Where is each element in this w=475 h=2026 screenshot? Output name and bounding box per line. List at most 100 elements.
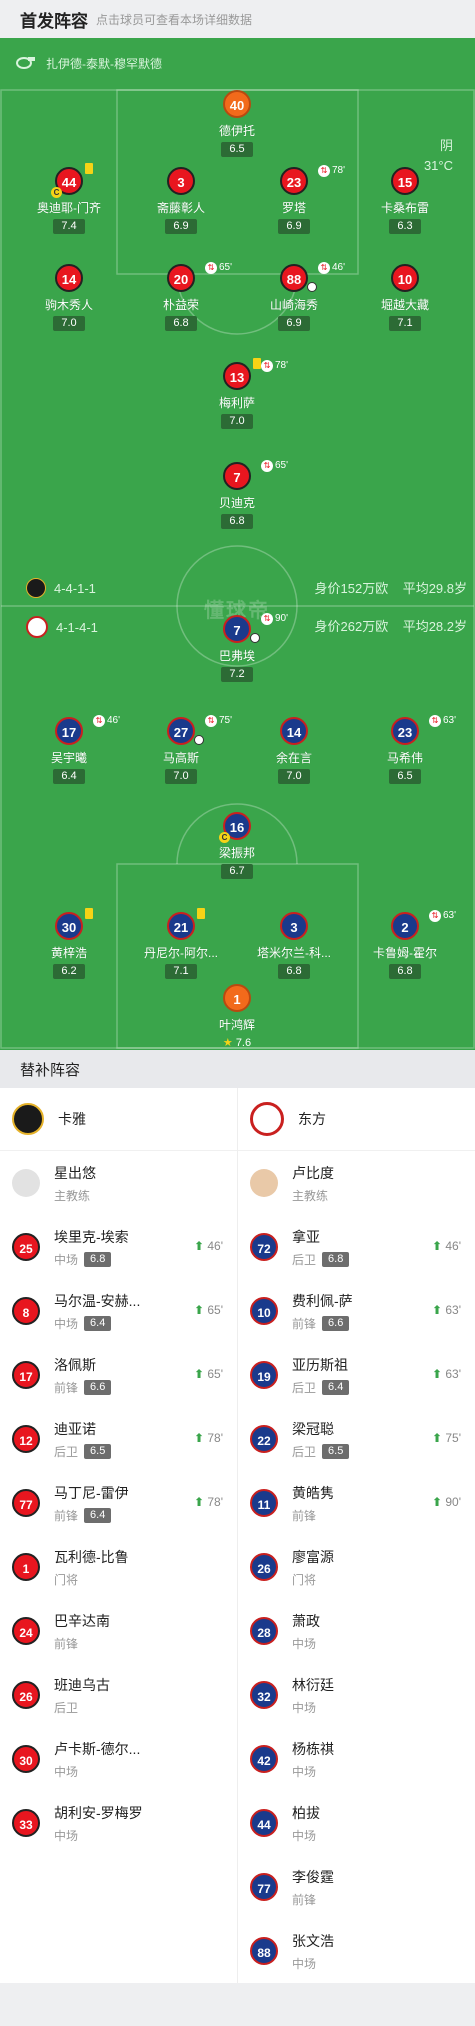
home-player[interactable]: 44 C 奥迪耶-门齐 7.4	[9, 163, 129, 234]
home-player[interactable]: 13 ⇅ 78' 梅利萨 7.0	[177, 358, 297, 429]
sub-player-row[interactable]: 1 瓦利德-比鲁 门将	[0, 1535, 237, 1599]
sub-player-number: 22	[250, 1425, 278, 1453]
sub-player-row[interactable]: 42 杨栋祺 中场	[238, 1727, 475, 1791]
player-rating: 7.0	[53, 316, 85, 331]
sub-player-row[interactable]: 19 亚历斯祖 后卫 6.4 ⬆ 63'	[238, 1343, 475, 1407]
player-rating: 6.8	[389, 964, 421, 979]
sub-player-row[interactable]: 17 洛佩斯 前锋 6.6 ⬆ 65'	[0, 1343, 237, 1407]
player-rating: ★ 7.6	[215, 1036, 259, 1050]
player-name: 梁振邦	[218, 846, 255, 860]
sub-player-row[interactable]: 88 张文浩 中场	[238, 1919, 475, 1983]
home-player[interactable]: 10 堀越大藏 7.1	[345, 264, 465, 331]
sub-player-row[interactable]: 10 费利佩-萨 前锋 6.6 ⬆ 63'	[238, 1279, 475, 1343]
player-name: 马希伟	[386, 751, 423, 765]
sub-player-number: 77	[12, 1489, 40, 1517]
sub-player-row[interactable]: 12 迪亚诺 后卫 6.5 ⬆ 78'	[0, 1407, 237, 1471]
sub-player-position: 前锋	[54, 1636, 79, 1651]
away-player[interactable]: 2 ⇅ 63' 卡鲁姆-霍尔 6.8	[345, 910, 465, 979]
home-player[interactable]: 14 驹木秀人 7.0	[9, 264, 129, 331]
sub-player-row[interactable]: 26 班迪乌古 后卫	[0, 1663, 237, 1727]
home-avg-age-label: 平均29.8岁	[402, 581, 467, 596]
sub-player-name: 林衍廷	[292, 1676, 334, 1693]
away-player[interactable]: 30 黄梓浩 6.2	[9, 908, 129, 979]
sub-player-number: 33	[12, 1809, 40, 1837]
sub-player-position: 中场	[54, 1252, 79, 1267]
away-coach-role: 主教练	[292, 1188, 329, 1203]
player-number: 1	[223, 984, 251, 1012]
away-player[interactable]: 7 ⇅ 90' 巴弗埃 7.2	[177, 613, 297, 682]
sub-player-number: 28	[250, 1617, 278, 1645]
away-player[interactable]: 3 塔米尔兰-科... 6.8	[234, 912, 354, 979]
away-player[interactable]: 16 C 梁振邦 6.7	[177, 812, 297, 879]
home-player[interactable]: 88 ⇅ 46' 山崎海秀 6.9	[234, 262, 354, 331]
sub-player-row[interactable]: 30 卢卡斯-德尔... 中场	[0, 1727, 237, 1791]
home-player[interactable]: 40 德伊托 6.5	[177, 90, 297, 157]
home-player[interactable]: 15 卡桑布雷 6.3	[345, 167, 465, 234]
player-number: 23	[391, 717, 419, 745]
home-subs-column: 卡雅 星出悠 主教练 25 埃里克-埃索 中场 6.8 ⬆ 46' 8 马尔温-安赫... 中…	[0, 1088, 237, 1983]
yellow-card-icon	[85, 163, 93, 174]
away-coach-row[interactable]: 卢比度 主教练	[238, 1151, 475, 1215]
sub-player-position: 后卫	[292, 1444, 317, 1459]
sub-player-number: 19	[250, 1361, 278, 1389]
substitution-minute: 78'	[332, 165, 346, 176]
sub-player-row[interactable]: 77 李俊霆 前锋	[238, 1855, 475, 1919]
sub-player-position: 前锋	[292, 1508, 317, 1523]
player-rating: 6.9	[165, 219, 197, 234]
away-player[interactable]: 17 ⇅ 46' 吴宇曦 6.4	[9, 715, 129, 784]
player-rating: 6.4	[53, 769, 85, 784]
sub-player-row[interactable]: 11 黄皓隽 前锋 ⬆ 90'	[238, 1471, 475, 1535]
player-name: 丹尼尔-阿尔...	[144, 946, 218, 960]
player-number: 14	[280, 717, 308, 745]
home-player[interactable]: 7 ⇅ 65' 贝迪克 6.8	[177, 460, 297, 529]
sub-player-position: 后卫	[292, 1380, 317, 1395]
sub-player-row[interactable]: 44 柏拔 中场	[238, 1791, 475, 1855]
sub-in-arrow-icon: ⬆	[431, 1367, 446, 1381]
sub-player-row[interactable]: 24 巴辛达南 前锋	[0, 1599, 237, 1663]
player-number: 27	[167, 717, 195, 745]
sub-player-row[interactable]: 8 马尔温-安赫... 中场 6.4 ⬆ 65'	[0, 1279, 237, 1343]
sub-player-row[interactable]: 26 廖富源 门将	[238, 1535, 475, 1599]
sub-player-row[interactable]: 32 林衍廷 中场	[238, 1663, 475, 1727]
substitution-minute: 90'	[275, 613, 289, 624]
away-player[interactable]: 23 ⇅ 63' 马希伟 6.5	[345, 715, 465, 784]
sub-player-rating: 6.4	[84, 1507, 112, 1523]
sub-player-name: 张文浩	[292, 1932, 334, 1949]
sub-player-number: 77	[250, 1873, 278, 1901]
away-player[interactable]: 21 丹尼尔-阿尔... 7.1	[121, 908, 241, 979]
sub-player-row[interactable]: 77 马丁尼-雷伊 前锋 6.4 ⬆ 78'	[0, 1471, 237, 1535]
sub-player-position: 门将	[292, 1572, 317, 1587]
player-number: 30	[55, 912, 83, 940]
home-player[interactable]: 3 斋藤彰人 6.9	[121, 167, 241, 234]
away-coach-name: 卢比度	[292, 1164, 334, 1181]
sub-player-row[interactable]: 22 梁冠聪 后卫 6.5 ⬆ 75'	[238, 1407, 475, 1471]
sub-player-row[interactable]: 33 胡利安-罗梅罗 中场	[0, 1791, 237, 1855]
home-player[interactable]: 20 ⇅ 65' 朴益荣 6.8	[121, 262, 241, 331]
substitution-marker: ⇅ 90'	[261, 613, 288, 625]
weather-condition: 阴	[439, 138, 453, 153]
player-number: 2	[391, 912, 419, 940]
away-player[interactable]: 27 ⇅ 75' 马高斯 7.0	[121, 715, 241, 784]
home-team-logo-icon	[12, 1103, 44, 1135]
home-coach-row[interactable]: 星出悠 主教练	[0, 1151, 237, 1215]
substitution-minute: 63'	[443, 910, 457, 921]
away-player[interactable]: 1 叶鸿辉 ★ 7.6	[177, 984, 297, 1050]
away-player[interactable]: 14 余在言 7.0	[234, 717, 354, 784]
sub-in-arrow-icon: ⬆	[193, 1239, 208, 1253]
subs-panel: 卡雅 星出悠 主教练 25 埃里克-埃索 中场 6.8 ⬆ 46' 8 马尔温-安赫... 中…	[0, 1088, 475, 1983]
player-name: 梅利萨	[218, 396, 255, 410]
sub-player-name: 埃里克-埃索	[54, 1228, 129, 1245]
sub-player-rating: 6.8	[84, 1251, 112, 1267]
sub-in-arrow-icon: ⬆	[431, 1303, 446, 1317]
sub-player-row[interactable]: 25 埃里克-埃索 中场 6.8 ⬆ 46'	[0, 1215, 237, 1279]
sub-player-row[interactable]: 72 拿亚 后卫 6.8 ⬆ 46'	[238, 1215, 475, 1279]
home-team-row[interactable]: 卡雅	[0, 1088, 237, 1151]
sub-player-rating: 6.4	[84, 1315, 112, 1331]
away-team-row[interactable]: 东方	[238, 1088, 475, 1151]
sub-in-arrow-icon: ⬆	[193, 1303, 208, 1317]
sub-in-minute: 65'	[207, 1367, 223, 1381]
player-name: 堀越大藏	[380, 298, 429, 312]
sub-player-row[interactable]: 28 萧政 中场	[238, 1599, 475, 1663]
substitution-icon: ⇅	[261, 360, 273, 372]
home-player[interactable]: 23 ⇅ 78' 罗塔 6.9	[234, 165, 354, 234]
